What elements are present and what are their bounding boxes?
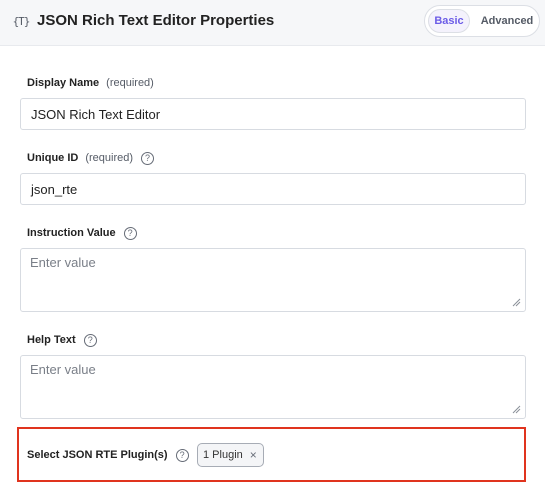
help-text-label-text: Help Text xyxy=(27,334,76,346)
instruction-value-label-text: Instruction Value xyxy=(27,227,116,239)
instruction-value-placeholder: Enter value xyxy=(30,255,96,270)
unique-id-label: Unique ID (required) ? xyxy=(27,150,155,166)
unique-id-required-hint: (required) xyxy=(85,152,134,164)
resize-handle-icon[interactable] xyxy=(511,297,521,307)
close-icon[interactable]: × xyxy=(250,448,257,462)
help-text-placeholder: Enter value xyxy=(30,362,96,377)
tab-basic[interactable]: Basic xyxy=(428,9,470,33)
help-icon[interactable]: ? xyxy=(123,226,137,240)
unique-id-input[interactable]: json_rte xyxy=(20,173,526,205)
display-name-required-hint: (required) xyxy=(106,77,154,89)
instruction-value-label: Instruction Value ? xyxy=(27,225,137,241)
display-name-input[interactable]: JSON Rich Text Editor xyxy=(20,98,526,130)
mode-toggle: Basic Advanced xyxy=(424,5,540,37)
panel-header: {T} JSON Rich Text Editor Properties Bas… xyxy=(0,0,545,46)
instruction-value-textarea[interactable]: Enter value xyxy=(20,248,526,312)
tab-advanced[interactable]: Advanced xyxy=(477,9,537,33)
resize-handle-icon[interactable] xyxy=(511,404,521,414)
plugin-select-section: Select JSON RTE Plugin(s) ? 1 Plugin × xyxy=(17,427,526,482)
help-icon[interactable]: ? xyxy=(175,448,189,462)
help-icon[interactable]: ? xyxy=(83,333,97,347)
unique-id-label-text: Unique ID xyxy=(27,152,79,164)
help-text-textarea[interactable]: Enter value xyxy=(20,355,526,419)
help-icon[interactable]: ? xyxy=(141,151,155,165)
display-name-label-text: Display Name xyxy=(27,77,100,89)
plugin-count-text: 1 Plugin xyxy=(203,449,243,461)
rich-text-icon: {T} xyxy=(12,14,31,28)
help-text-label: Help Text ? xyxy=(27,332,97,348)
panel-title: JSON Rich Text Editor Properties xyxy=(37,12,275,29)
plugin-select-label: Select JSON RTE Plugin(s) ? xyxy=(27,447,189,463)
display-name-label: Display Name (required) xyxy=(27,75,154,91)
plugin-count-chip[interactable]: 1 Plugin × xyxy=(197,443,264,467)
plugin-select-label-text: Select JSON RTE Plugin(s) xyxy=(27,449,168,461)
